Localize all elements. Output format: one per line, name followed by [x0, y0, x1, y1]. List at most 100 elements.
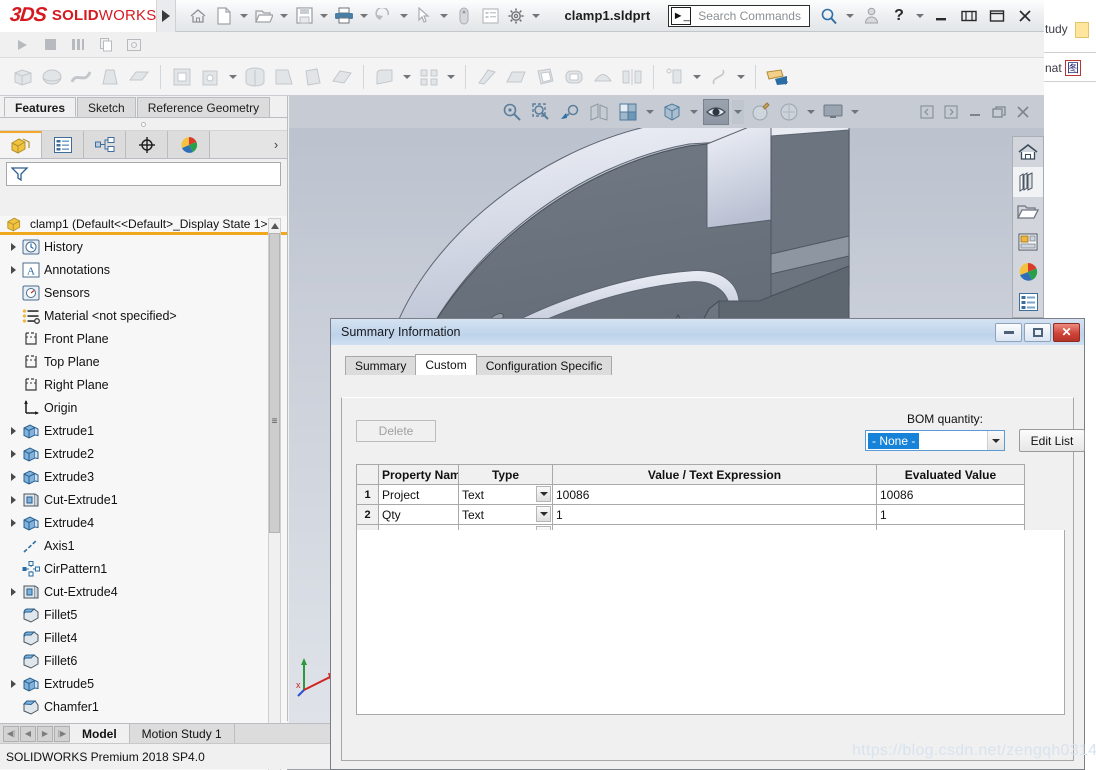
- dialog-maximize-button[interactable]: [1024, 322, 1051, 342]
- edit-appearance-icon[interactable]: [747, 99, 773, 125]
- configuration-manager-tab[interactable]: [84, 131, 126, 158]
- select-dropdown-icon[interactable]: [438, 4, 450, 28]
- type-cell[interactable]: Text: [458, 484, 553, 505]
- tree-item[interactable]: Origin: [0, 396, 287, 419]
- tree-item[interactable]: Front Plane: [0, 327, 287, 350]
- lofted-boss-base-icon[interactable]: [97, 63, 123, 91]
- curves-icon[interactable]: [706, 63, 732, 91]
- tree-item[interactable]: Extrude3: [0, 465, 287, 488]
- tree-item[interactable]: Cut-Extrude1: [0, 488, 287, 511]
- chevron-down-icon[interactable]: [536, 506, 551, 522]
- search-icon[interactable]: [816, 4, 842, 28]
- column-header-value-text-expression[interactable]: Value / Text Expression: [552, 464, 877, 485]
- feature-tree[interactable]: clamp1 (Default<<Default>_Display State …: [0, 216, 287, 770]
- rebuild-icon[interactable]: [452, 4, 476, 28]
- tree-vertical-scrollbar[interactable]: ≡: [268, 218, 281, 770]
- revolved-boss-base-icon[interactable]: [39, 63, 65, 91]
- chevron-down-icon[interactable]: [536, 486, 551, 502]
- tree-expand-arrow-icon[interactable]: [6, 449, 20, 458]
- tree-expand-arrow-icon[interactable]: [6, 242, 20, 251]
- tree-item[interactable]: Extrude2: [0, 442, 287, 465]
- fillet-icon[interactable]: [372, 63, 398, 91]
- reference-geometry-icon[interactable]: [662, 63, 688, 91]
- dialog-close-button[interactable]: ✕: [1053, 322, 1080, 342]
- boundary-cut-icon[interactable]: [329, 63, 355, 91]
- hide-show-dropdown-icon[interactable]: [732, 100, 744, 124]
- dimxpert-manager-tab[interactable]: [126, 131, 168, 158]
- scroll-up-icon[interactable]: [269, 219, 280, 232]
- zoom-to-area-icon[interactable]: [528, 99, 554, 125]
- section-view-icon[interactable]: [586, 99, 612, 125]
- prev-tab-icon[interactable]: ◀: [20, 725, 36, 742]
- dome-icon[interactable]: [590, 63, 616, 91]
- mirror-icon[interactable]: [619, 63, 645, 91]
- new-document-icon[interactable]: [212, 4, 236, 28]
- tree-item[interactable]: Chamfer1: [0, 695, 287, 718]
- stop-icon[interactable]: [42, 37, 58, 53]
- display-manager-tab[interactable]: [168, 131, 210, 158]
- home-icon[interactable]: [186, 4, 210, 28]
- shell-icon[interactable]: [532, 63, 558, 91]
- tree-item[interactable]: Right Plane: [0, 373, 287, 396]
- search-input[interactable]: ►_ Search Commands: [668, 4, 810, 27]
- options-dropdown-icon[interactable]: [530, 4, 542, 28]
- display-style-dropdown-icon[interactable]: [688, 100, 700, 124]
- lofted-cut-icon[interactable]: [300, 63, 326, 91]
- tab-motion-study-1[interactable]: Motion Study 1: [129, 723, 235, 744]
- panel-tab-reference-geometry[interactable]: Reference Geometry: [136, 97, 271, 117]
- design-library-icon[interactable]: [1013, 167, 1043, 197]
- curves-dropdown-icon[interactable]: [735, 65, 747, 89]
- tree-expand-arrow-icon[interactable]: [6, 426, 20, 435]
- scrollbar-thumb[interactable]: [269, 233, 280, 533]
- tree-item[interactable]: Top Plane: [0, 350, 287, 373]
- type-cell[interactable]: Text: [458, 504, 553, 525]
- column-header-type[interactable]: Type: [458, 464, 553, 485]
- undo-dropdown-icon[interactable]: [398, 4, 410, 28]
- save-icon[interactable]: [292, 4, 316, 28]
- hole-wizard-dropdown-icon[interactable]: [227, 65, 239, 89]
- apply-scene-icon[interactable]: [776, 99, 802, 125]
- tree-expand-arrow-icon[interactable]: [6, 518, 20, 527]
- extruded-boss-base-icon[interactable]: [10, 63, 36, 91]
- fillet-dropdown-icon[interactable]: [401, 65, 413, 89]
- table-empty-area[interactable]: [356, 530, 1065, 715]
- tree-expand-arrow-icon[interactable]: [6, 587, 20, 596]
- menu-expand-arrow-icon[interactable]: [157, 0, 177, 32]
- restore-left-icon[interactable]: [918, 103, 936, 121]
- tree-item[interactable]: Cut-Extrude4: [0, 580, 287, 603]
- column-header-property-name[interactable]: Property Name: [378, 464, 459, 485]
- tree-item[interactable]: CirPattern1: [0, 557, 287, 580]
- column-header-evaluated-value[interactable]: Evaluated Value: [876, 464, 1025, 485]
- file-properties-icon[interactable]: [478, 4, 502, 28]
- view-palette-icon[interactable]: [1013, 227, 1043, 257]
- feature-manager-tab[interactable]: [0, 131, 42, 158]
- dialog-title-bar[interactable]: Summary Information ✕: [331, 319, 1084, 345]
- boundary-boss-base-icon[interactable]: [126, 63, 152, 91]
- previous-view-icon[interactable]: [557, 99, 583, 125]
- bom-quantity-select[interactable]: - None -: [865, 430, 1005, 451]
- dialog-minimize-button[interactable]: [995, 322, 1022, 342]
- next-tab-icon[interactable]: ▶: [37, 725, 53, 742]
- feature-filter-input[interactable]: [6, 162, 281, 186]
- options-gear-icon[interactable]: [504, 4, 528, 28]
- draft-icon[interactable]: [503, 63, 529, 91]
- property-name-cell[interactable]: Project: [378, 484, 459, 505]
- save-dropdown-icon[interactable]: [318, 4, 330, 28]
- select-cursor-icon[interactable]: [412, 4, 436, 28]
- view-settings-dropdown-icon[interactable]: [849, 100, 861, 124]
- play-icon[interactable]: [14, 37, 30, 53]
- swept-boss-base-icon[interactable]: [68, 63, 94, 91]
- tree-root-item[interactable]: clamp1 (Default<<Default>_Display State …: [0, 216, 287, 235]
- restore-button[interactable]: [956, 4, 982, 28]
- tree-expand-arrow-icon[interactable]: [6, 472, 20, 481]
- panel-tab-sketch[interactable]: Sketch: [77, 97, 136, 117]
- delete-button[interactable]: Delete: [356, 420, 436, 442]
- hide-show-items-icon[interactable]: [703, 99, 729, 125]
- chevron-down-icon[interactable]: [987, 431, 1004, 450]
- tree-expand-arrow-icon[interactable]: [6, 265, 20, 274]
- panel-tab-features[interactable]: Features: [4, 97, 77, 117]
- summary-information-dialog[interactable]: Summary Information ✕ Summary Custom Con…: [330, 318, 1085, 770]
- restore-right-icon[interactable]: [942, 103, 960, 121]
- revolved-cut-icon[interactable]: [242, 63, 268, 91]
- undo-icon[interactable]: [372, 4, 396, 28]
